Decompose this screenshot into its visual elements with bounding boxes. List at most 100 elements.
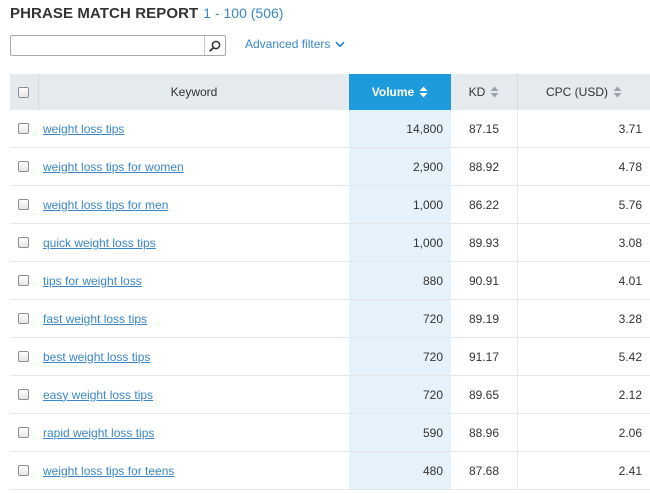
row-checkbox-cell — [10, 452, 37, 489]
table-row: quick weight loss tips 1,000 89.93 3.08 — [10, 224, 650, 262]
kd-cell: 89.93 — [451, 224, 518, 261]
table-row: weight loss tips 14,800 87.15 3.71 — [10, 110, 650, 148]
volume-cell: 880 — [349, 262, 451, 299]
result-range: 1 - 100 (506) — [203, 5, 284, 21]
row-checkbox-cell — [10, 110, 37, 147]
volume-cell: 480 — [349, 452, 451, 489]
table-row: weight loss tips for women 2,900 88.92 4… — [10, 148, 650, 186]
keyword-cell: quick weight loss tips — [43, 224, 343, 261]
kd-cell: 87.68 — [451, 452, 518, 489]
cpc-cell: 4.78 — [618, 159, 642, 174]
kd-cell: 87.15 — [451, 110, 518, 147]
keyword-link[interactable]: weight loss tips — [43, 122, 124, 136]
kd-cell: 86.22 — [451, 186, 518, 223]
row-checkbox[interactable] — [18, 199, 29, 210]
table-row: easy weight loss tips 720 89.65 2.12 — [10, 376, 650, 414]
volume-cell: 1,000 — [349, 186, 451, 223]
kd-cell: 91.17 — [451, 338, 518, 375]
keyword-link[interactable]: tips for weight loss — [43, 274, 142, 288]
select-all-checkbox[interactable] — [18, 86, 29, 98]
cpc-cell: 3.28 — [618, 311, 642, 326]
table-row: rapid weight loss tips 590 88.96 2.06 — [10, 414, 650, 452]
column-header-keyword: Keyword — [38, 74, 349, 110]
table-row: weight loss tips for men 1,000 86.22 5.7… — [10, 186, 650, 224]
row-checkbox[interactable] — [18, 275, 29, 286]
sort-arrows-icon — [419, 86, 428, 98]
sort-arrows-icon — [613, 86, 622, 98]
column-label-volume: Volume — [371, 85, 415, 99]
cpc-cell: 2.12 — [618, 387, 642, 402]
volume-cell: 14,800 — [349, 110, 451, 147]
row-checkbox[interactable] — [18, 351, 29, 362]
row-checkbox-cell — [10, 262, 37, 299]
row-checkbox-cell — [10, 224, 37, 261]
advanced-filters-label: Advanced filters — [245, 37, 331, 51]
row-checkbox-cell — [10, 376, 37, 413]
row-checkbox[interactable] — [18, 123, 29, 134]
row-checkbox[interactable] — [18, 427, 29, 438]
table-row: best weight loss tips 720 91.17 5.42 — [10, 338, 650, 376]
cpc-cell: 2.06 — [618, 425, 642, 440]
column-header-volume[interactable]: Volume — [349, 74, 451, 110]
row-checkbox-cell — [10, 186, 37, 223]
row-checkbox-cell — [10, 148, 37, 185]
table-row: fast weight loss tips 720 89.19 3.28 — [10, 300, 650, 338]
cpc-cell: 5.42 — [618, 349, 642, 364]
keyword-cell: weight loss tips for women — [43, 148, 343, 185]
kd-cell: 90.91 — [451, 262, 518, 299]
keyword-link[interactable]: easy weight loss tips — [43, 388, 153, 402]
row-checkbox[interactable] — [18, 465, 29, 476]
cpc-cell: 5.76 — [618, 197, 642, 212]
volume-cell: 720 — [349, 300, 451, 337]
keyword-link[interactable]: weight loss tips for teens — [43, 464, 174, 478]
row-checkbox[interactable] — [18, 237, 29, 248]
search-button[interactable] — [204, 36, 225, 55]
advanced-filters-toggle[interactable]: Advanced filters — [245, 37, 346, 51]
cpc-cell: 3.71 — [618, 121, 642, 136]
keyword-cell: rapid weight loss tips — [43, 414, 343, 451]
column-header-kd[interactable]: KD — [451, 74, 518, 110]
keyword-link[interactable]: best weight loss tips — [43, 350, 150, 364]
volume-cell: 720 — [349, 338, 451, 375]
keyword-link[interactable]: weight loss tips for men — [43, 198, 168, 212]
keyword-cell: weight loss tips — [43, 110, 343, 147]
kd-cell: 89.19 — [451, 300, 518, 337]
column-label-kd: KD — [468, 85, 486, 99]
row-checkbox[interactable] — [18, 313, 29, 324]
search-icon — [209, 40, 221, 52]
row-checkbox-cell — [10, 338, 37, 375]
volume-cell: 1,000 — [349, 224, 451, 261]
keyword-link[interactable]: rapid weight loss tips — [43, 426, 154, 440]
keyword-link[interactable]: weight loss tips for women — [43, 160, 184, 174]
keyword-cell: weight loss tips for teens — [43, 452, 343, 489]
report-header: PHRASE MATCH REPORT 1 - 100 (506) — [10, 5, 283, 23]
keyword-link[interactable]: fast weight loss tips — [43, 312, 147, 326]
table-row: tips for weight loss 880 90.91 4.01 — [10, 262, 650, 300]
table-header: Keyword Volume KD CPC (USD) — [10, 74, 650, 110]
keyword-link[interactable]: quick weight loss tips — [43, 236, 156, 250]
chevron-down-icon — [335, 41, 346, 47]
cpc-cell: 3.08 — [618, 235, 642, 250]
row-checkbox[interactable] — [18, 161, 29, 172]
search-input[interactable] — [11, 36, 204, 55]
keyword-cell: weight loss tips for men — [43, 186, 343, 223]
volume-cell: 590 — [349, 414, 451, 451]
column-label-keyword: Keyword — [170, 85, 218, 99]
kd-cell: 88.96 — [451, 414, 518, 451]
volume-cell: 720 — [349, 376, 451, 413]
keyword-cell: best weight loss tips — [43, 338, 343, 375]
search-box — [10, 35, 226, 56]
kd-cell: 88.92 — [451, 148, 518, 185]
sort-arrows-icon — [490, 86, 499, 98]
row-checkbox[interactable] — [18, 389, 29, 400]
column-header-cpc[interactable]: CPC (USD) — [518, 74, 650, 110]
page-title: PHRASE MATCH REPORT — [10, 5, 199, 22]
column-label-cpc: CPC (USD) — [546, 85, 608, 99]
keyword-cell: tips for weight loss — [43, 262, 343, 299]
keyword-cell: fast weight loss tips — [43, 300, 343, 337]
keyword-cell: easy weight loss tips — [43, 376, 343, 413]
table-body: weight loss tips 14,800 87.15 3.71 weigh… — [10, 110, 650, 490]
cpc-cell: 4.01 — [618, 273, 642, 288]
row-checkbox-cell — [10, 414, 37, 451]
table-row: weight loss tips for teens 480 87.68 2.4… — [10, 452, 650, 490]
